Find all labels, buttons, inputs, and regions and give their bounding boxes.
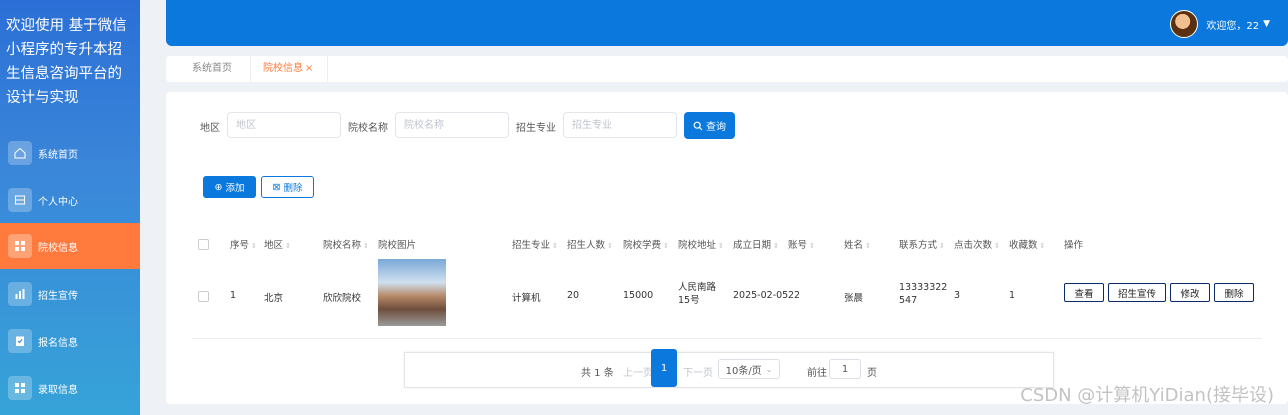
sidebar-item-label: 招生宣传 — [38, 290, 78, 302]
column-header[interactable]: 招生专业 ⇕ — [512, 237, 558, 251]
chart-icon — [8, 282, 32, 306]
home-icon — [8, 141, 32, 165]
page-size-select[interactable]: 10条/页 ⌄ — [718, 359, 780, 379]
sidebar-item-label: 报名信息 — [38, 337, 78, 349]
view-button[interactable]: 查看 — [1064, 283, 1104, 302]
goto-label: 前往 — [807, 368, 827, 379]
sidebar-item-promotion[interactable]: 招生宣传 — [0, 271, 140, 317]
user-menu[interactable]: 欢迎您，22 ▼ — [1170, 10, 1270, 38]
school-name-input[interactable] — [395, 112, 509, 138]
batch-delete-button[interactable]: ⊠ 删除 — [261, 176, 314, 198]
column-header[interactable]: 序号 ⇕ — [230, 237, 257, 251]
tab-school-info[interactable]: 院校信息 × — [250, 56, 329, 82]
next-page-button[interactable]: 下一页 — [683, 364, 713, 379]
column-header[interactable]: 姓名 ⇕ — [844, 237, 871, 251]
form-icon — [8, 329, 32, 353]
cell-address: 人民南路15号 — [678, 282, 717, 306]
sidebar-item-label: 个人中心 — [38, 196, 78, 208]
search-icon — [693, 121, 703, 130]
chevron-down-icon: ⌄ — [765, 364, 773, 374]
grid-icon — [8, 234, 32, 258]
avatar — [1170, 10, 1199, 38]
search-form: 地区 院校名称 招生专业 查询 — [166, 112, 1288, 140]
promotion-button[interactable]: 招生宣传 — [1108, 283, 1166, 302]
column-header[interactable]: 联系方式 ⇕ — [899, 237, 945, 251]
query-button-label: 查询 — [706, 122, 726, 133]
sidebar-item-school-info[interactable]: 院校信息 — [0, 223, 140, 269]
pagination: 共 1 条 上一页 1 下一页 10条/页 ⌄ 前往 1 页 — [404, 349, 1054, 388]
school-name-label: 院校名称 — [348, 123, 388, 134]
tab-home[interactable]: 系统首页 — [192, 56, 232, 82]
sidebar-item-home[interactable]: 系统首页 — [0, 130, 140, 176]
cell-favorites: 1 — [1009, 290, 1016, 301]
delete-icon: ⊠ — [272, 181, 281, 193]
cell-tuition: 15000 — [623, 290, 654, 301]
row-divider — [192, 338, 1262, 339]
plus-circle-icon: ⊕ — [214, 181, 223, 193]
select-all-checkbox[interactable] — [198, 239, 209, 250]
tab-bar: 系统首页 院校信息 × — [166, 56, 1288, 82]
column-header: 操作 — [1064, 240, 1084, 251]
cell-index: 1 — [230, 290, 237, 301]
column-header[interactable]: 点击次数 ⇕ — [954, 237, 1000, 251]
system-title: 欢迎使用 基于微信小程序的专升本招生信息咨询平台的设计与实现 — [6, 18, 127, 106]
sidebar-item-admission[interactable]: 录取信息 — [0, 365, 140, 411]
column-header: 院校图片 — [378, 240, 417, 251]
sidebar-item-label: 系统首页 — [38, 149, 78, 161]
sidebar-item-label: 院校信息 — [38, 242, 78, 254]
total-count: 共 1 条 — [581, 368, 614, 379]
profile-icon — [8, 188, 32, 212]
sidebar-item-registration[interactable]: 报名信息 — [0, 318, 140, 364]
cell-region: 北京 — [264, 293, 284, 304]
goto-page-input[interactable]: 1 — [829, 359, 861, 379]
main-panel: 地区 院校名称 招生专业 查询 ⊕ 添加 ⊠ 删除 序号⇕ 地区⇕ 院校名称⇕ … — [166, 92, 1288, 404]
sidebar-item-profile[interactable]: 个人中心 — [0, 177, 140, 223]
grid-icon — [8, 376, 32, 400]
prev-page-button[interactable]: 上一页 — [623, 364, 653, 379]
page-number-current[interactable]: 1 — [651, 349, 677, 387]
page-unit-label: 页 — [867, 368, 877, 379]
cell-school-name: 欣欣院校 — [323, 293, 362, 304]
column-header[interactable]: 收藏数 ⇕ — [1009, 237, 1045, 251]
column-header[interactable]: 院校地址 ⇕ — [678, 237, 724, 251]
edit-button[interactable]: 修改 — [1170, 283, 1210, 302]
column-header[interactable]: 账号 ⇕ — [788, 237, 815, 251]
cell-phone: 13333322547 — [899, 282, 948, 306]
cell-name: 张晨 — [844, 293, 864, 304]
cell-quota: 20 — [567, 290, 580, 301]
delete-button-label: 删除 — [283, 183, 303, 194]
cell-major: 计算机 — [512, 293, 541, 304]
query-button[interactable]: 查询 — [684, 112, 735, 139]
region-input[interactable] — [227, 112, 341, 138]
major-input[interactable] — [563, 112, 677, 138]
cell-clicks: 3 — [954, 290, 961, 301]
page-size-value: 10条/页 — [725, 365, 762, 377]
watermark: CSDN @计算机YiDian(接毕设) — [1020, 385, 1274, 406]
column-header[interactable]: 招生人数 ⇕ — [567, 237, 613, 251]
sidebar: 欢迎使用 基于微信小程序的专升本招生信息咨询平台的设计与实现 系统首页 个人中心… — [0, 0, 140, 415]
column-header[interactable]: 成立日期 ⇕ — [733, 237, 779, 251]
school-image — [378, 259, 446, 326]
region-label: 地区 — [200, 123, 220, 134]
cell-founded: 2025-02-05 — [733, 290, 789, 301]
delete-button[interactable]: 删除 — [1214, 283, 1254, 302]
column-header[interactable]: 院校名称 ⇕ — [323, 237, 369, 251]
sidebar-item-label: 录取信息 — [38, 384, 78, 396]
close-icon[interactable]: × — [305, 63, 313, 74]
add-button[interactable]: ⊕ 添加 — [203, 176, 256, 198]
major-label: 招生专业 — [516, 123, 556, 134]
row-checkbox[interactable] — [198, 291, 209, 302]
top-header: 欢迎您，22 ▼ — [166, 0, 1288, 46]
column-header[interactable]: 地区 ⇕ — [264, 237, 291, 251]
tab-label: 院校信息 — [263, 63, 303, 74]
chevron-down-icon: ▼ — [1263, 19, 1270, 29]
cell-account: 22 — [788, 290, 801, 301]
welcome-text: 欢迎您，22 — [1206, 20, 1260, 32]
add-button-label: 添加 — [225, 183, 245, 194]
column-header[interactable]: 院校学费 ⇕ — [623, 237, 669, 251]
